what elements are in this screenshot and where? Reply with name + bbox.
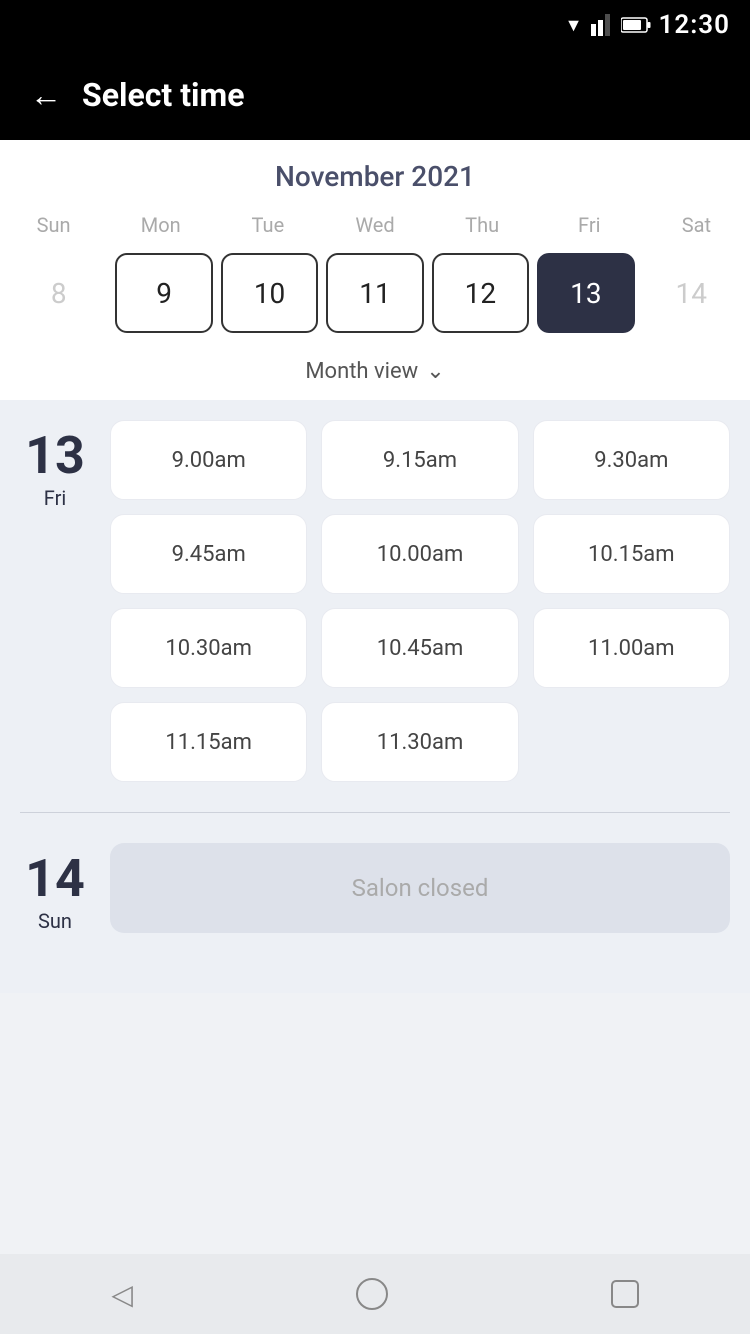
time-slot-1115am[interactable]: 11.15am bbox=[110, 702, 307, 782]
status-icons: ▼ 12:30 bbox=[565, 10, 730, 40]
weekday-wed: Wed bbox=[321, 213, 428, 237]
signal-icon bbox=[591, 14, 613, 36]
day-number-14: 14 bbox=[20, 853, 90, 905]
day-block-14: 14 Sun Salon closed bbox=[20, 843, 730, 933]
day-name-13: Fri bbox=[20, 486, 90, 510]
day-number-13: 13 bbox=[20, 430, 90, 482]
time-slot-945am[interactable]: 9.45am bbox=[110, 514, 307, 594]
recent-nav-button[interactable] bbox=[611, 1280, 639, 1308]
time-slot-1030am[interactable]: 10.30am bbox=[110, 608, 307, 688]
time-slot-1015am[interactable]: 10.15am bbox=[533, 514, 730, 594]
day-cell-9[interactable]: 9 bbox=[115, 253, 212, 333]
salon-closed-text: Salon closed bbox=[352, 874, 489, 902]
weekday-sun: Sun bbox=[0, 213, 107, 237]
weekday-sat: Sat bbox=[643, 213, 750, 237]
battery-icon bbox=[621, 17, 651, 33]
time-slot-930am[interactable]: 9.30am bbox=[533, 420, 730, 500]
day-cell-13[interactable]: 13 bbox=[537, 253, 634, 333]
salon-closed-banner: Salon closed bbox=[110, 843, 730, 933]
month-view-toggle[interactable]: Month view ⌄ bbox=[0, 349, 750, 400]
status-bar: ▼ 12:30 bbox=[0, 0, 750, 50]
day-cell-11[interactable]: 11 bbox=[326, 253, 423, 333]
android-nav-bar: ◁ bbox=[0, 1254, 750, 1334]
time-slot-1045am[interactable]: 10.45am bbox=[321, 608, 518, 688]
time-slot-915am[interactable]: 9.15am bbox=[321, 420, 518, 500]
slots-section: 13 Fri 9.00am9.15am9.30am9.45am10.00am10… bbox=[0, 400, 750, 993]
calendar-section: November 2021 Sun Mon Tue Wed Thu Fri Sa… bbox=[0, 140, 750, 400]
back-nav-icon: ◁ bbox=[111, 1278, 133, 1311]
month-year-title: November 2021 bbox=[0, 160, 750, 193]
time-slots-grid-13: 9.00am9.15am9.30am9.45am10.00am10.15am10… bbox=[110, 420, 730, 782]
weekday-thu: Thu bbox=[429, 213, 536, 237]
month-view-label: Month view bbox=[305, 359, 418, 384]
back-nav-button[interactable]: ◁ bbox=[111, 1278, 133, 1311]
day-cell-14: 14 bbox=[643, 253, 740, 333]
day-block-13: 13 Fri 9.00am9.15am9.30am9.45am10.00am10… bbox=[20, 420, 730, 782]
back-button[interactable]: ← bbox=[30, 79, 62, 111]
page-title: Select time bbox=[82, 76, 244, 114]
recent-nav-icon bbox=[611, 1280, 639, 1308]
day-cell-8: 8 bbox=[10, 253, 107, 333]
days-row: 891011121314 bbox=[0, 249, 750, 349]
day-number-col-13: 13 Fri bbox=[20, 420, 90, 510]
home-nav-button[interactable] bbox=[356, 1278, 388, 1310]
day-cell-10[interactable]: 10 bbox=[221, 253, 318, 333]
day-name-14: Sun bbox=[20, 909, 90, 933]
chevron-down-icon: ⌄ bbox=[426, 359, 444, 384]
weekday-fri: Fri bbox=[536, 213, 643, 237]
time-slot-900am[interactable]: 9.00am bbox=[110, 420, 307, 500]
home-nav-icon bbox=[356, 1278, 388, 1310]
time-slot-1100am[interactable]: 11.00am bbox=[533, 608, 730, 688]
section-divider bbox=[20, 812, 730, 813]
weekday-mon: Mon bbox=[107, 213, 214, 237]
time-slot-1130am[interactable]: 11.30am bbox=[321, 702, 518, 782]
weekday-row: Sun Mon Tue Wed Thu Fri Sat bbox=[0, 213, 750, 237]
status-time: 12:30 bbox=[659, 10, 731, 40]
day-number-col-14: 14 Sun bbox=[20, 843, 90, 933]
time-slot-1000am[interactable]: 10.00am bbox=[321, 514, 518, 594]
day-cell-12[interactable]: 12 bbox=[432, 253, 529, 333]
weekday-tue: Tue bbox=[214, 213, 321, 237]
app-header: ← Select time bbox=[0, 50, 750, 140]
wifi-icon: ▼ bbox=[565, 15, 583, 36]
